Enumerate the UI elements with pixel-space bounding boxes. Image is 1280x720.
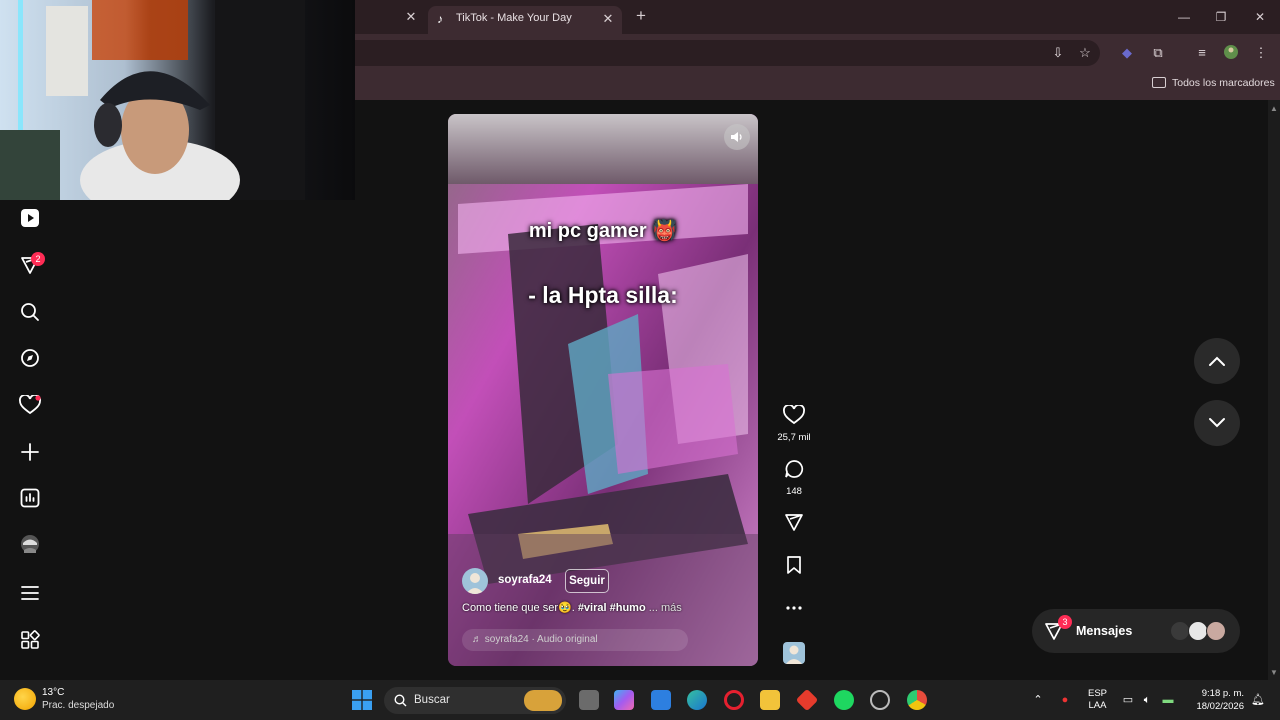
browser-menu-icon[interactable]: ⋮ [1252,44,1270,62]
description-text: Como tiene que ser🥹. [462,602,578,614]
weather-condition[interactable]: Prac. despejado [42,700,114,711]
tiktok-favicon-icon: ♪ [437,12,443,26]
lang-code: ESP [1088,688,1108,699]
copilot-icon[interactable] [614,690,634,710]
sound-avatar[interactable] [783,642,805,664]
messages-button[interactable]: 3 Mensajes [1032,609,1240,653]
following-icon[interactable] [18,393,42,417]
input-language[interactable]: ESP LAA [1088,688,1107,712]
spotify-icon[interactable] [834,690,854,710]
menu-icon[interactable] [18,581,42,605]
avatar [1188,621,1208,641]
windows-start-icon[interactable] [352,690,372,715]
extensions-puzzle-icon[interactable]: ⧉ [1149,44,1167,62]
volume-toggle-button[interactable] [724,124,750,150]
analytics-icon[interactable] [18,486,42,510]
search-icon [394,694,407,707]
media-control-icon[interactable]: ≡ [1193,44,1211,62]
next-video-button[interactable] [1194,400,1240,446]
taskbar-clock[interactable]: 9:18 p. m. 18/02/2026 [1190,687,1244,713]
close-tab-icon[interactable]: ✕ [403,9,419,25]
share-button[interactable] [776,512,812,537]
video-caption-line2: - la Hpta silla: [528,282,678,308]
browser-tab-tiktok[interactable]: ♪ TikTok - Make Your Day ✕ [428,6,622,34]
author-avatar[interactable] [462,568,488,594]
volume-icon[interactable]: 🔈︎ [1139,692,1155,708]
more-apps-icon[interactable] [18,628,42,652]
close-window-icon[interactable]: ✕ [1251,8,1269,26]
like-button[interactable]: 25,7 mil [776,404,812,443]
comment-button[interactable]: 148 [776,459,812,497]
install-app-icon[interactable]: ⇩ [1049,44,1067,62]
hashtag-link[interactable]: #viral [578,602,607,614]
new-tab-button[interactable]: + [632,7,650,25]
weather-icon[interactable] [14,688,36,710]
opera-icon[interactable] [724,690,744,710]
speaker-icon [731,132,742,142]
search-label: Buscar [414,694,450,706]
profile-avatar-icon[interactable] [1222,44,1240,62]
like-count: 25,7 mil [777,432,811,443]
extension-icon[interactable]: ◆ [1118,44,1136,62]
notifications-icon[interactable]: 🔔︎ [1250,692,1266,708]
for-you-icon[interactable] [18,206,42,230]
task-view-icon[interactable] [579,690,599,710]
author-username[interactable]: soyrafa24 [498,574,552,586]
taskbar-search[interactable]: Buscar [384,687,566,714]
network-icon[interactable]: ▭ [1120,692,1136,708]
profile-icon[interactable] [18,532,42,556]
store-icon[interactable] [651,690,671,710]
chrome-icon[interactable] [907,690,927,710]
more-dots-icon [786,606,802,610]
app-icon[interactable] [870,690,890,710]
webcam-overlay [0,0,355,200]
search-highlight-icon [524,690,562,711]
battery-icon[interactable]: ▬ [1160,692,1176,708]
temperature[interactable]: 13°C [42,687,64,698]
video-player[interactable]: mi pc gamer 👹 - la Hpta silla: soyrafa24… [448,114,758,666]
video-description: Como tiene que ser🥹. #viral #humo ... má… [462,601,682,614]
bookmark-star-icon[interactable]: ☆ [1076,44,1094,62]
all-bookmarks-link[interactable]: Todos los marcadores [1172,77,1275,89]
minimize-icon[interactable]: — [1175,8,1193,26]
inbox-badge: 2 [31,252,45,266]
edge-icon[interactable] [687,690,707,710]
more-link[interactable]: ... más [649,602,682,614]
video-caption-line1: mi pc gamer 👹 [528,220,678,242]
messages-label: Mensajes [1076,624,1133,638]
avatar [1206,621,1226,641]
save-button[interactable] [776,555,812,580]
scroll-up-arrow-icon[interactable]: ▲ [1270,104,1278,113]
page-scrollbar[interactable] [1268,100,1280,680]
file-explorer-icon[interactable] [760,690,780,710]
folder-icon [1152,77,1166,88]
heart-icon [783,404,805,425]
hashtag-link[interactable]: #humo [610,602,646,614]
more-options-button[interactable] [776,598,812,623]
comment-count: 148 [786,486,802,497]
bookmark-icon [787,556,801,574]
tab-title: TikTok - Make Your Day [456,12,572,24]
follow-button[interactable]: Seguir [565,569,609,593]
messages-badge: 3 [1058,615,1072,629]
upload-icon[interactable] [18,440,42,464]
chevron-down-icon [1209,418,1225,428]
lang-layout: LAA [1088,700,1107,711]
previous-video-button[interactable] [1194,338,1240,384]
chevron-up-icon [1209,356,1225,366]
show-hidden-icons-icon[interactable]: ⌃ [1030,692,1046,708]
microphone-icon[interactable]: ● [1057,692,1073,708]
close-tab-icon[interactable]: ✕ [600,11,616,27]
date: 18/02/2026 [1196,701,1244,712]
restore-icon[interactable]: ❐ [1212,8,1230,26]
time: 9:18 p. m. [1201,688,1244,699]
explore-icon[interactable] [18,346,42,370]
scroll-down-arrow-icon[interactable]: ▼ [1270,668,1278,677]
comment-icon [785,460,804,478]
share-icon [785,514,803,531]
search-icon[interactable] [18,300,42,324]
avatar [1170,621,1190,641]
music-link[interactable]: ♬ soyrafa24 · Audio original [462,629,688,651]
